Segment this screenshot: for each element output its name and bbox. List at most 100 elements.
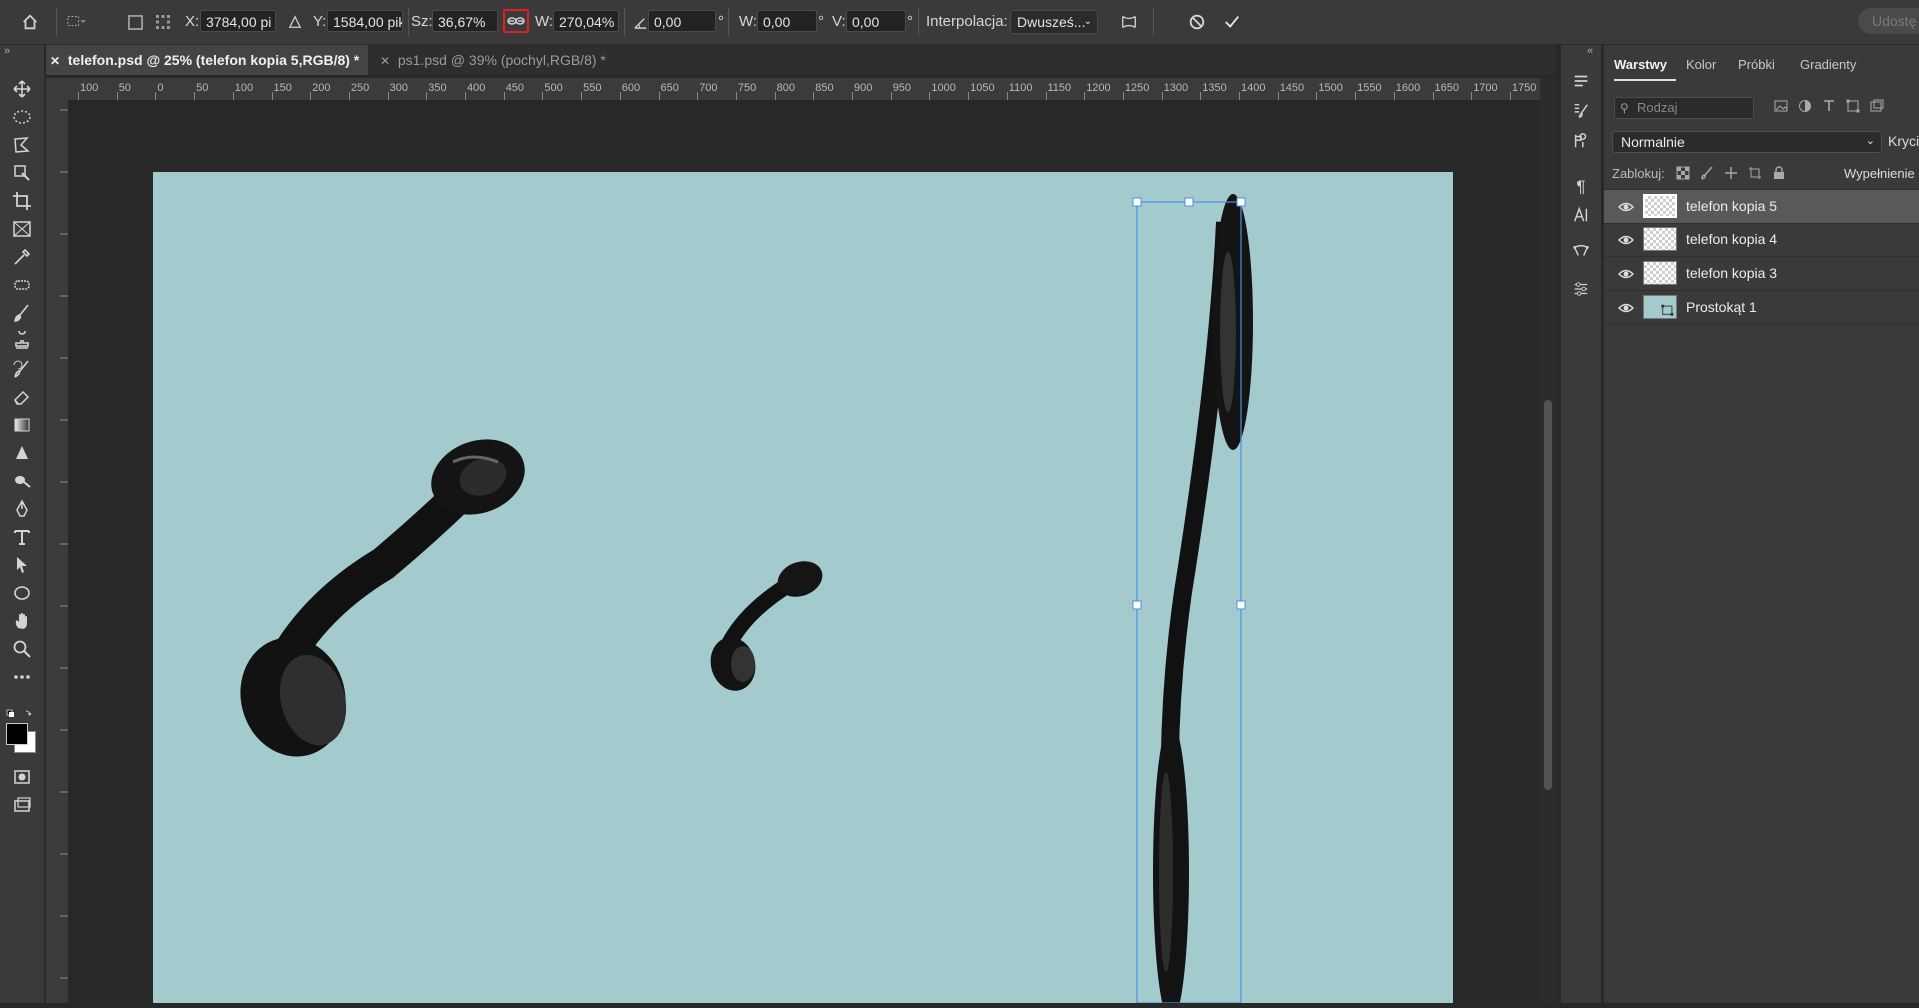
shape-filter-icon[interactable]	[1846, 99, 1860, 113]
collapse-icon[interactable]: »	[4, 45, 10, 57]
visibility-eye-icon[interactable]	[1618, 300, 1634, 316]
commit-transform-icon[interactable]	[1220, 10, 1244, 34]
layer-filter-input[interactable]: ⚲ Rodzaj	[1614, 97, 1754, 119]
healing-brush-tool-icon[interactable]	[8, 273, 36, 297]
foreground-color-swatch[interactable]	[6, 723, 28, 745]
close-icon[interactable]: ✕	[376, 46, 394, 76]
brush-tool-icon[interactable]	[8, 301, 36, 325]
transform-tool-icon[interactable]	[64, 10, 88, 34]
telephone-handset-stretched[interactable]	[1153, 194, 1253, 1008]
link-proportions-button[interactable]	[503, 9, 529, 33]
move-tool-icon[interactable]	[8, 77, 36, 101]
layer-row[interactable]: telefon kopia 4	[1604, 223, 1919, 257]
horizontal-ruler[interactable]: 100 50 0 50 100 150 200 250 300 350 400 450 500 550 60…	[70, 78, 1540, 101]
smart-object-filter-icon[interactable]	[1870, 99, 1884, 113]
delta-icon[interactable]	[283, 10, 307, 34]
frame-tool-icon[interactable]	[8, 217, 36, 241]
transform-handle[interactable]	[1236, 197, 1246, 207]
tab-telefon[interactable]: ✕ telefon.psd @ 25% (telefon kopia 5,RGB…	[46, 45, 368, 75]
lock-transparency-icon[interactable]	[1676, 166, 1690, 180]
tab-ps1[interactable]: ✕ ps1.psd @ 39% (pochyl,RGB/8) *	[376, 45, 626, 75]
vertical-ruler[interactable]	[46, 100, 69, 1003]
default-colors-icon[interactable]	[6, 707, 34, 719]
blend-mode-dropdown[interactable]: Normalnie ⌄	[1612, 131, 1882, 153]
width-percent-input[interactable]: 36,67%	[432, 10, 498, 32]
object-selection-tool-icon[interactable]	[8, 161, 36, 185]
paragraph-icon[interactable]: ¶	[1569, 175, 1593, 199]
visibility-eye-icon[interactable]	[1618, 199, 1634, 215]
hand-tool-icon[interactable]	[8, 609, 36, 633]
telephone-handset-small[interactable]	[705, 555, 828, 696]
y-position-input[interactable]: 1584,00 pik	[327, 10, 403, 32]
height-percent-input[interactable]: 270,04%	[553, 10, 619, 32]
transform-handle[interactable]	[1132, 197, 1142, 207]
path-selection-tool-icon[interactable]	[8, 553, 36, 577]
lock-all-icon[interactable]	[1772, 166, 1786, 180]
transform-handle[interactable]	[1184, 197, 1194, 207]
rotation-angle-input[interactable]: 0,00	[648, 10, 716, 32]
interpolation-dropdown[interactable]: Dwusześ... ⌄	[1010, 10, 1098, 34]
ellipse-tool-icon[interactable]	[8, 581, 36, 605]
home-icon[interactable]	[18, 10, 42, 34]
skew-vertical-input[interactable]: 0,00	[846, 10, 906, 32]
x-position-input[interactable]: 3784,00 pi	[200, 10, 276, 32]
share-button[interactable]: Udostę	[1858, 8, 1919, 34]
layer-row[interactable]: telefon kopia 5	[1604, 189, 1919, 224]
blur-tool-icon[interactable]	[8, 441, 36, 465]
tab-gradients[interactable]: Gradienty	[1800, 57, 1856, 72]
ruler-tick-mark	[1045, 92, 1047, 100]
layer-row[interactable]: telefon kopia 3	[1604, 257, 1919, 291]
ruler-tick-mark	[1239, 92, 1240, 100]
expand-icon[interactable]: «	[1587, 45, 1593, 57]
type-filter-icon[interactable]	[1822, 99, 1836, 113]
brush-settings-icon[interactable]	[1569, 99, 1593, 123]
layer-row[interactable]: Prostokąt 1	[1604, 291, 1919, 325]
document-canvas[interactable]	[153, 172, 1453, 1008]
character-icon[interactable]	[1569, 203, 1593, 227]
ruler-tick-mark	[1509, 92, 1511, 100]
clone-source-icon[interactable]	[1569, 129, 1593, 153]
screen-mode-icon[interactable]	[8, 793, 36, 817]
paths-icon[interactable]	[1569, 239, 1593, 263]
image-filter-icon[interactable]	[1774, 99, 1788, 113]
lock-artboard-icon[interactable]	[1748, 166, 1762, 180]
history-brush-tool-icon[interactable]	[8, 357, 36, 381]
lasso-tool-icon[interactable]	[8, 133, 36, 157]
close-icon[interactable]: ✕	[46, 46, 64, 76]
dodge-tool-icon[interactable]	[8, 469, 36, 493]
skew-horizontal-input[interactable]: 0,00	[757, 10, 817, 32]
divider	[728, 8, 729, 36]
type-tool-icon[interactable]	[8, 525, 36, 549]
tab-color[interactable]: Kolor	[1686, 57, 1716, 72]
gradient-tool-icon[interactable]	[8, 413, 36, 437]
reference-point-grid-icon[interactable]	[151, 10, 175, 34]
marquee-tool-icon[interactable]	[8, 105, 36, 129]
quick-mask-icon[interactable]	[8, 765, 36, 789]
transform-handle[interactable]	[1132, 600, 1142, 610]
clone-stamp-tool-icon[interactable]	[8, 329, 36, 353]
reference-point-checkbox[interactable]	[123, 10, 147, 34]
tab-swatches[interactable]: Próbki	[1738, 57, 1775, 72]
scrollbar-thumb[interactable]	[1544, 400, 1552, 790]
lock-pixels-icon[interactable]	[1700, 166, 1714, 180]
layer-thumbnail	[1643, 194, 1677, 218]
visibility-eye-icon[interactable]	[1618, 232, 1634, 248]
adjustments-icon[interactable]	[1569, 277, 1593, 301]
zoom-tool-icon[interactable]	[8, 637, 36, 661]
eyedropper-tool-icon[interactable]	[8, 245, 36, 269]
more-tools-icon[interactable]	[8, 665, 36, 689]
eraser-tool-icon[interactable]	[8, 385, 36, 409]
visibility-eye-icon[interactable]	[1618, 266, 1634, 282]
chevron-down-icon: ⌄	[1865, 135, 1875, 147]
pen-tool-icon[interactable]	[8, 497, 36, 521]
warp-mode-icon[interactable]	[1117, 10, 1141, 34]
lock-position-icon[interactable]	[1724, 166, 1738, 180]
transform-handle[interactable]	[1236, 600, 1246, 610]
adjustment-filter-icon[interactable]	[1798, 99, 1812, 113]
tab-layers[interactable]: Warstwy	[1614, 57, 1667, 72]
ruler-tick-label: 100	[80, 82, 99, 94]
cancel-transform-icon[interactable]	[1185, 10, 1209, 34]
properties-icon[interactable]	[1569, 69, 1593, 93]
telephone-handset-large[interactable]	[227, 427, 535, 769]
crop-tool-icon[interactable]	[8, 189, 36, 213]
